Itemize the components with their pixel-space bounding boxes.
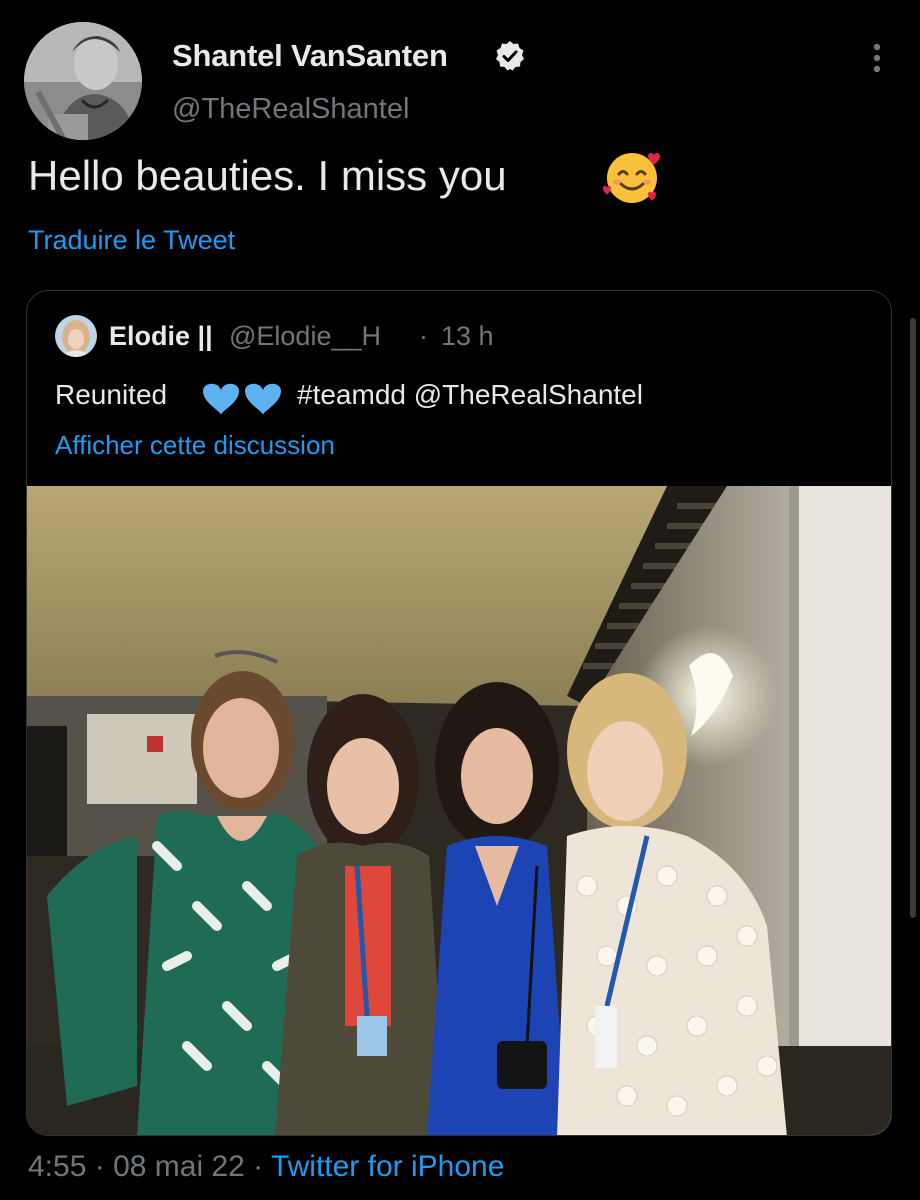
tweet-metadata: 4:55 · 08 mai 22 · Twitter for iPhone bbox=[28, 1150, 504, 1184]
tweet-text: Hello beauties. I miss you bbox=[28, 152, 507, 199]
quoted-separator: · bbox=[419, 321, 428, 351]
translate-tweet-link[interactable]: Traduire le Tweet bbox=[28, 225, 235, 256]
tweet-time: 4:55 bbox=[28, 1150, 87, 1183]
author-photo bbox=[24, 22, 142, 140]
tweet-source-link[interactable]: Twitter for iPhone bbox=[271, 1150, 504, 1183]
author-avatar[interactable] bbox=[24, 22, 142, 140]
group-photo[interactable] bbox=[27, 486, 891, 1135]
show-thread-link[interactable]: Afficher cette discussion bbox=[55, 430, 335, 461]
person-3 bbox=[427, 682, 567, 1135]
quoted-text-tags[interactable]: #teamdd @TheRealShantel bbox=[297, 379, 643, 411]
author-handle[interactable]: @TheRealShantel bbox=[172, 93, 409, 126]
quoted-author-photo bbox=[55, 315, 97, 357]
group-photo-image bbox=[27, 486, 891, 1135]
quoted-author-handle[interactable]: @Elodie__H bbox=[229, 321, 381, 352]
author-name[interactable]: Shantel VanSanten bbox=[172, 38, 448, 74]
scrollbar[interactable] bbox=[910, 318, 916, 918]
verified-badge-icon bbox=[494, 40, 526, 72]
meta-separator: · bbox=[86, 1150, 114, 1183]
two-blue-hearts-icon bbox=[199, 377, 289, 417]
smiling-face-with-hearts-icon bbox=[602, 148, 662, 206]
meta-separator: · bbox=[244, 1150, 271, 1183]
quoted-text-start: Reunited bbox=[55, 379, 168, 410]
quoted-author-avatar[interactable] bbox=[55, 315, 97, 357]
quoted-tweet-card[interactable]: Elodie || @Elodie__H · 13 h Reunited #te… bbox=[26, 290, 892, 1136]
quoted-author-name[interactable]: Elodie || bbox=[109, 321, 213, 352]
tweet-date: 08 mai 22 bbox=[113, 1150, 245, 1183]
vertical-ellipsis-icon[interactable] bbox=[862, 40, 892, 76]
quoted-timestamp[interactable]: 13 h bbox=[441, 321, 494, 352]
